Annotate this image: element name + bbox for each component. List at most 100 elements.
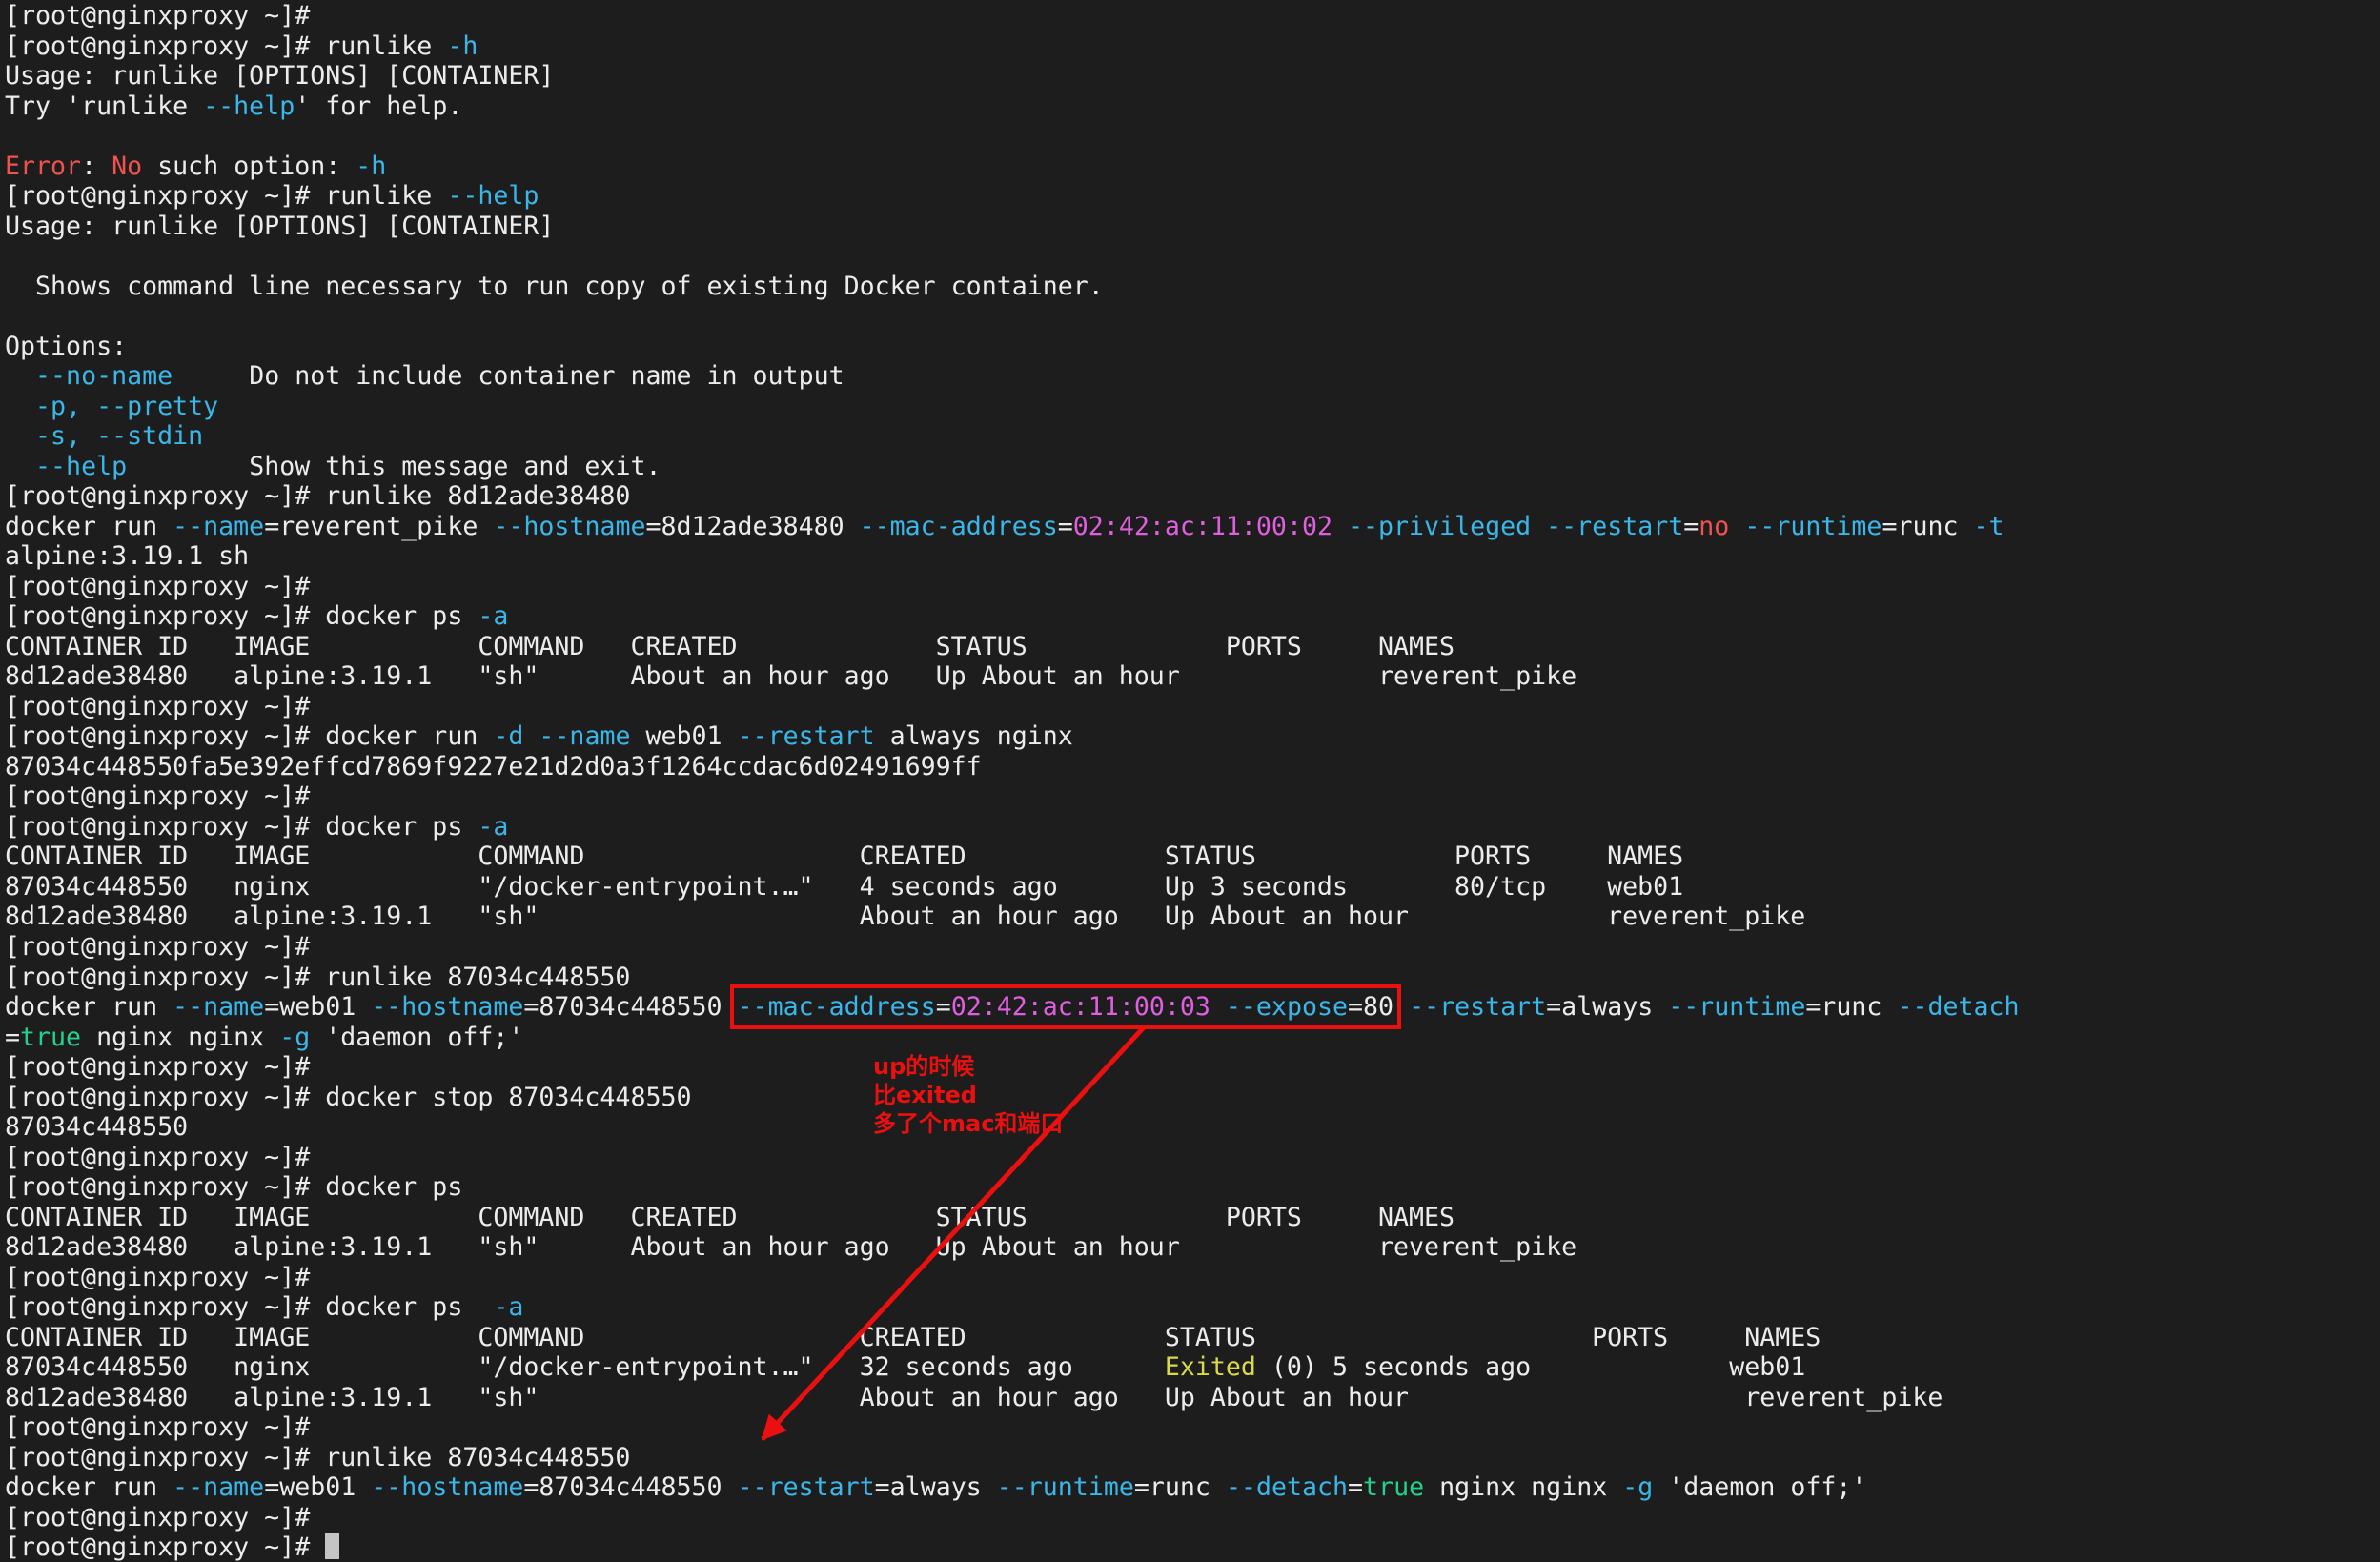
terminal-line: [root@nginxproxy ~]# runlike 8d12ade3848… xyxy=(5,481,2020,512)
terminal-line: 8d12ade38480 alpine:3.19.1 "sh" About an… xyxy=(5,661,2020,692)
text-segment: true xyxy=(1363,1472,1424,1502)
text-segment: docker run xyxy=(5,1472,173,1502)
terminal-line: [root@nginxproxy ~]# docker ps -a xyxy=(5,601,2020,632)
text-segment: CONTAINER ID IMAGE COMMAND CREATED STATU… xyxy=(5,1323,1821,1352)
text-segment: --restart xyxy=(1546,512,1683,541)
terminal-line: [root@nginxproxy ~]# runlike 87034c44855… xyxy=(5,1443,2020,1473)
terminal-line: --help Show this message and exit. xyxy=(5,452,2020,482)
text-segment: web01 xyxy=(630,721,737,751)
text-segment: [root@nginxproxy ~]# xyxy=(5,781,310,811)
text-segment: [root@nginxproxy ~]# xyxy=(5,932,310,962)
text-segment xyxy=(5,361,35,391)
text-segment: --hostname xyxy=(493,512,645,541)
text-segment: --detach xyxy=(1226,1472,1348,1502)
text-segment: 87034c448550 nginx "/docker-entrypoint.…… xyxy=(5,1352,1165,1382)
text-segment: [root@nginxproxy ~]# docker ps xyxy=(5,1172,462,1202)
text-segment: -t xyxy=(1974,512,2004,541)
text-segment xyxy=(5,392,35,421)
text-segment: [root@nginxproxy ~]# docker ps xyxy=(5,812,478,842)
text-segment xyxy=(5,421,35,451)
terminal-line: [root@nginxproxy ~]# xyxy=(5,1532,2020,1562)
terminal-line: [root@nginxproxy ~]# docker ps -a xyxy=(5,1292,2020,1323)
text-segment: CONTAINER ID IMAGE COMMAND CREATED STATU… xyxy=(5,842,1683,871)
terminal-line: docker run --name=reverent_pike --hostna… xyxy=(5,512,2020,542)
text-segment: -h xyxy=(447,31,478,61)
text-segment: [root@nginxproxy ~]# runlike 8d12ade3848… xyxy=(5,481,630,511)
text-segment: --restart xyxy=(738,1472,875,1502)
text-segment: -h xyxy=(356,152,386,181)
text-segment: CONTAINER ID IMAGE COMMAND CREATED STATU… xyxy=(5,632,1454,661)
text-segment: (0) 5 seconds ago web01 xyxy=(1256,1352,1805,1382)
text-segment: -g xyxy=(279,1023,310,1052)
terminal-screen: [root@nginxproxy ~]#[root@nginxproxy ~]#… xyxy=(0,0,2380,1562)
terminal-line: [root@nginxproxy ~]# xyxy=(5,1503,2020,1533)
text-segment: no xyxy=(1699,512,1729,541)
text-segment: [root@nginxproxy ~]# runlike 87034c44855… xyxy=(5,963,630,992)
text-segment: --mac-address xyxy=(860,512,1058,541)
terminal-line: =true nginx nginx -g 'daemon off;' xyxy=(5,1023,2020,1053)
terminal-line: [root@nginxproxy ~]# xyxy=(5,932,2020,963)
terminal-line: [root@nginxproxy ~]# docker ps xyxy=(5,1172,2020,1203)
text-segment: = xyxy=(936,992,951,1022)
text-segment: 'daemon off;' xyxy=(1653,1472,1866,1502)
text-segment: [root@nginxproxy ~]# runlike xyxy=(5,31,447,61)
text-segment: 8d12ade38480 alpine:3.19.1 "sh" About an… xyxy=(5,902,1805,931)
text-segment: [root@nginxproxy ~]# docker ps xyxy=(5,1292,493,1322)
text-segment: --runtime xyxy=(997,1472,1134,1502)
terminal-line: 8d12ade38480 alpine:3.19.1 "sh" About an… xyxy=(5,1383,2020,1413)
terminal-line: CONTAINER ID IMAGE COMMAND CREATED STATU… xyxy=(5,632,2020,662)
text-segment xyxy=(1729,512,1744,541)
text-segment: --no-name xyxy=(35,361,173,391)
terminal-line xyxy=(5,301,2020,332)
text-segment: -p, --pretty xyxy=(35,392,218,421)
text-segment: [root@nginxproxy ~]# runlike xyxy=(5,181,447,211)
highlight-box: --mac-address=02:42:ac:11:00:03 --expose… xyxy=(738,992,1394,1022)
text-segment: --help xyxy=(203,91,295,121)
terminal-line xyxy=(5,241,2020,272)
text-segment: Show this message and exit. xyxy=(127,452,661,481)
text-segment: 87034c448550fa5e392effcd7869f9227e21d2d0… xyxy=(5,752,982,781)
text-segment: -a xyxy=(493,1292,523,1322)
text-segment: --name xyxy=(173,1472,264,1502)
text-segment: Shows command line necessary to run copy… xyxy=(5,272,1104,301)
terminal-line: Error: No such option: -h xyxy=(5,152,2020,182)
terminal-line: [root@nginxproxy ~]# xyxy=(5,1263,2020,1293)
terminal-line: CONTAINER ID IMAGE COMMAND CREATED STATU… xyxy=(5,1323,2020,1353)
text-segment: --restart xyxy=(738,721,875,751)
text-segment: --hostname xyxy=(371,992,523,1022)
terminal-line: 87034c448550 nginx "/docker-entrypoint.…… xyxy=(5,872,2020,903)
text-segment: = xyxy=(5,1023,20,1052)
text-segment: 8d12ade38480 alpine:3.19.1 "sh" About an… xyxy=(5,1232,1576,1262)
terminal-line: alpine:3.19.1 sh xyxy=(5,541,2020,572)
terminal-line: CONTAINER ID IMAGE COMMAND CREATED STATU… xyxy=(5,842,2020,872)
text-segment: [root@nginxproxy ~]# xyxy=(5,1532,325,1562)
terminal-line: 8d12ade38480 alpine:3.19.1 "sh" About an… xyxy=(5,902,2020,932)
text-segment: --name xyxy=(173,512,264,541)
terminal-line: -p, --pretty xyxy=(5,392,2020,422)
terminal-line: Shows command line necessary to run copy… xyxy=(5,272,2020,302)
text-segment: [root@nginxproxy ~]# xyxy=(5,1263,310,1292)
text-segment xyxy=(5,452,35,481)
terminal-cursor[interactable] xyxy=(325,1533,339,1559)
text-segment: --mac-address xyxy=(738,992,936,1022)
terminal-line: [root@nginxproxy ~]# runlike 87034c44855… xyxy=(5,963,2020,993)
terminal-line: [root@nginxproxy ~]# docker ps -a xyxy=(5,812,2020,842)
text-segment: [root@nginxproxy ~]# xyxy=(5,1052,310,1082)
text-segment: such option: xyxy=(142,152,356,181)
text-segment: =web01 xyxy=(264,992,371,1022)
text-segment: --runtime xyxy=(1668,992,1805,1022)
annotation-line: up的时候 xyxy=(873,1052,1063,1081)
text-segment xyxy=(1531,512,1546,541)
text-segment: Usage: runlike [OPTIONS] [CONTAINER] xyxy=(5,61,554,91)
text-segment xyxy=(1332,512,1348,541)
text-segment: Do not include container name in output xyxy=(173,361,844,391)
terminal-line: [root@nginxproxy ~]# xyxy=(5,1412,2020,1443)
terminal-output: [root@nginxproxy ~]#[root@nginxproxy ~]#… xyxy=(5,1,2020,1562)
text-segment: -a xyxy=(478,812,508,842)
text-segment: =runc xyxy=(1805,992,1897,1022)
text-segment: -d xyxy=(493,721,523,751)
text-segment: Usage: runlike [OPTIONS] [CONTAINER] xyxy=(5,212,554,241)
text-segment: = xyxy=(1348,1472,1363,1502)
terminal-line: Usage: runlike [OPTIONS] [CONTAINER] xyxy=(5,212,2020,242)
text-segment: 87034c448550 nginx "/docker-entrypoint.…… xyxy=(5,872,1683,902)
